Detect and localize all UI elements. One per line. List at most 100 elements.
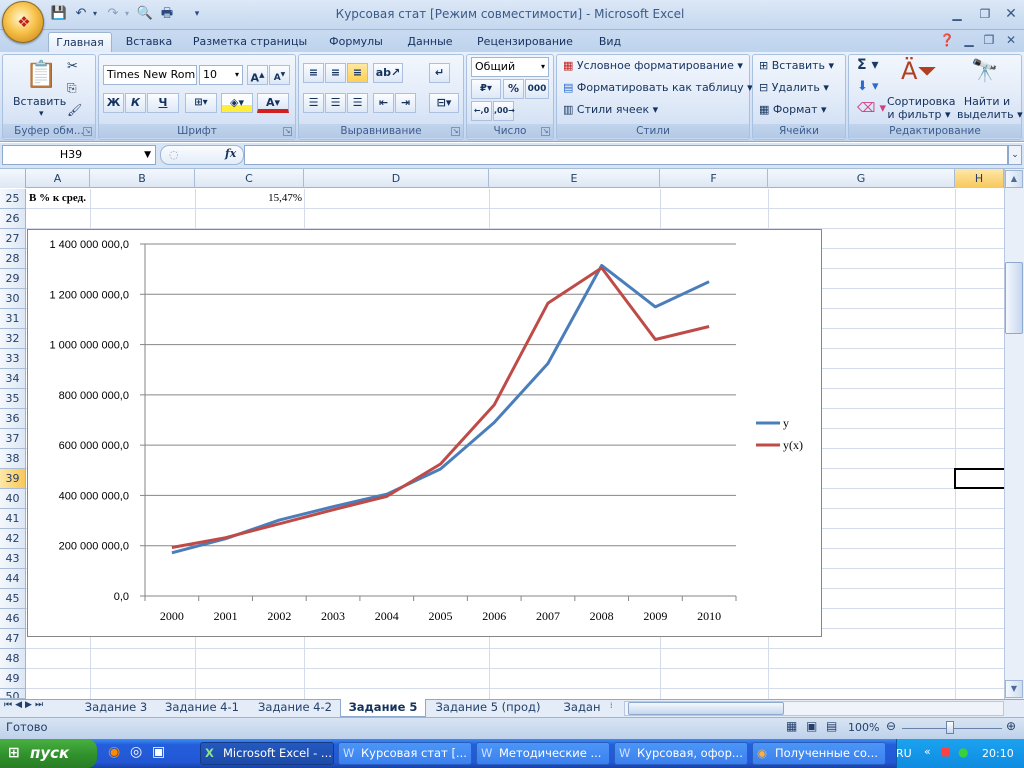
start-button[interactable]: ⊞ пуск [0, 739, 97, 768]
find-select-icon[interactable]: 🔭 [971, 59, 998, 84]
close-icon[interactable]: ✕ [998, 4, 1024, 24]
align-center-icon[interactable]: ☰ [325, 93, 346, 113]
sheet-tab-task3[interactable]: Задание 3 [76, 699, 156, 717]
scroll-down-icon[interactable]: ▼ [1005, 680, 1023, 698]
view-page-layout-icon[interactable]: ▣ [806, 719, 817, 733]
font-size-field[interactable]: 10 ▾ [199, 65, 243, 85]
wrap-text-icon[interactable]: ↵ [429, 63, 450, 83]
column-header-b[interactable]: B [90, 169, 195, 188]
tab-insert[interactable]: Вставка [118, 32, 180, 52]
tab-split-icon[interactable]: ⁞ [610, 701, 618, 715]
row-header-47[interactable]: 47 [0, 629, 26, 649]
view-normal-icon[interactable]: ▦ [786, 719, 797, 733]
increase-decimal-icon[interactable]: ←,0 [471, 101, 492, 121]
show-desktop-icon[interactable]: ▣ [152, 744, 165, 760]
paste-icon[interactable]: 📋 [25, 57, 57, 93]
conditional-formatting-button[interactable]: ▦ Условное форматирование ▾ [563, 59, 743, 72]
taskbar-item-methodical[interactable]: W Методические ... [476, 742, 610, 765]
column-header-g[interactable]: G [768, 169, 955, 188]
currency-icon[interactable]: ₽▾ [471, 79, 501, 99]
cell-styles-button[interactable]: ▥ Стили ячеек ▾ [563, 103, 658, 116]
clear-icon[interactable]: ⌫ ▾ [857, 101, 886, 116]
quick-print-icon[interactable]: 🖶 [158, 5, 176, 23]
zoom-level[interactable]: 100% [848, 721, 879, 734]
row-header-30[interactable]: 30 [0, 289, 26, 309]
row-header-31[interactable]: 31 [0, 309, 26, 329]
row-header-29[interactable]: 29 [0, 269, 26, 289]
cut-icon[interactable]: ✂ [67, 59, 78, 74]
name-box[interactable]: H39 ▼ [2, 145, 156, 165]
select-all-button[interactable] [0, 169, 26, 188]
row-header-46[interactable]: 46 [0, 609, 26, 629]
zoom-out-icon[interactable]: ⊖ [886, 719, 896, 733]
copy-icon[interactable]: ⎘ [67, 81, 77, 96]
percent-button[interactable]: % [503, 79, 524, 99]
row-header-44[interactable]: 44 [0, 569, 26, 589]
autosum-icon[interactable]: Σ ▾ [857, 57, 878, 73]
row-header-37[interactable]: 37 [0, 429, 26, 449]
row-header-26[interactable]: 26 [0, 209, 26, 229]
zoom-in-icon[interactable]: ⊕ [1006, 719, 1016, 733]
delete-cells-button[interactable]: ⊟ Удалить ▾ [759, 81, 829, 94]
office-button[interactable]: ❖ [2, 1, 44, 43]
taskbar-item-excel[interactable]: X Microsoft Excel - ... [200, 742, 334, 765]
increase-font-icon[interactable]: A▲ [247, 65, 268, 85]
scroll-up-icon[interactable]: ▲ [1005, 170, 1023, 188]
sheet-nav-icons[interactable]: ⏮◀▶⏭ [4, 700, 46, 710]
row-header-42[interactable]: 42 [0, 529, 26, 549]
decrease-indent-icon[interactable]: ⇤ [373, 93, 394, 113]
column-header-c[interactable]: C [195, 169, 304, 188]
italic-button[interactable]: К [125, 93, 146, 113]
column-header-a[interactable]: A [26, 169, 90, 188]
sheet-tab-truncated[interactable]: Задан [554, 699, 610, 717]
fill-icon[interactable]: ⬇ ▾ [857, 79, 879, 94]
align-middle-icon[interactable]: ≡ [325, 63, 346, 83]
redo-dropdown-icon[interactable]: ▾ [118, 5, 136, 23]
active-cell-h39[interactable] [954, 468, 1006, 489]
align-bottom-icon[interactable]: ≡ [347, 63, 368, 83]
row-header-49[interactable]: 49 [0, 669, 26, 689]
align-right-icon[interactable]: ☰ [347, 93, 368, 113]
media-player-icon[interactable]: ◎ [130, 744, 142, 760]
print-preview-icon[interactable]: 🔍 [136, 5, 154, 23]
column-header-e[interactable]: E [489, 169, 660, 188]
sheet-tab-task5-active[interactable]: Задание 5 [340, 699, 426, 717]
customize-qat-icon[interactable]: ▾ [188, 5, 206, 23]
format-as-table-button[interactable]: ▤ Форматировать как таблицу ▾ [563, 81, 753, 94]
firefox-icon[interactable]: ◉ [108, 744, 120, 760]
row-header-50[interactable]: 50 [0, 689, 26, 699]
line-chart[interactable]: 0,0 200 000 000,0 400 000 000,0 600 000 000… [27, 229, 822, 637]
sort-filter-icon[interactable]: Ä⏷ [901, 57, 937, 85]
decrease-font-icon[interactable]: A▼ [269, 65, 290, 85]
undo-dropdown-icon[interactable]: ▾ [86, 5, 104, 23]
borders-icon[interactable]: ⊞▾ [185, 93, 217, 113]
row-header-35[interactable]: 35 [0, 389, 26, 409]
view-page-break-icon[interactable]: ▤ [826, 719, 837, 733]
tab-review[interactable]: Рецензирование [468, 32, 582, 52]
row-header-39[interactable]: 39 [0, 469, 26, 489]
clipboard-launcher-icon[interactable]: ↘ [83, 127, 92, 136]
underline-button[interactable]: Ч [147, 93, 179, 113]
row-header-41[interactable]: 41 [0, 509, 26, 529]
row-header-36[interactable]: 36 [0, 409, 26, 429]
orientation-icon[interactable]: ab↗ [373, 63, 403, 83]
row-header-27[interactable]: 27 [0, 229, 26, 249]
zoom-slider-thumb[interactable] [946, 721, 954, 734]
row-header-34[interactable]: 34 [0, 369, 26, 389]
sheet-tab-task4-2[interactable]: Задание 4-2 [252, 699, 338, 717]
save-icon[interactable]: 💾 [50, 5, 68, 23]
paste-dropdown-icon[interactable]: ▾ [39, 109, 44, 119]
row-header-32[interactable]: 32 [0, 329, 26, 349]
row-header-38[interactable]: 38 [0, 449, 26, 469]
row-header-33[interactable]: 33 [0, 349, 26, 369]
column-header-h[interactable]: H [955, 169, 1004, 188]
insert-function-icon[interactable]: fx [225, 147, 236, 160]
format-cells-button[interactable]: ▦ Формат ▾ [759, 103, 827, 116]
row-header-48[interactable]: 48 [0, 649, 26, 669]
align-left-icon[interactable]: ☰ [303, 93, 324, 113]
tab-data[interactable]: Данные [398, 32, 462, 52]
formula-input[interactable] [244, 145, 1008, 165]
taskbar-item-kursovaya-stat[interactable]: W Курсовая стат [... [338, 742, 472, 765]
row-header-28[interactable]: 28 [0, 249, 26, 269]
bold-button[interactable]: Ж [103, 93, 124, 113]
